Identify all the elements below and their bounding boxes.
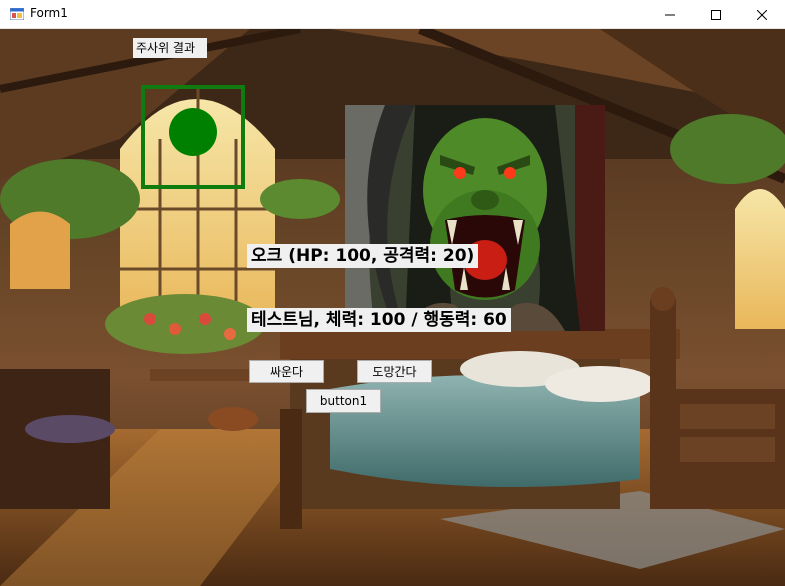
flee-button[interactable]: 도망간다: [357, 360, 432, 383]
dice-result-box: [141, 85, 245, 189]
window-title: Form1: [30, 6, 68, 20]
minimize-button[interactable]: [647, 0, 693, 29]
maximize-icon: [711, 9, 721, 20]
fight-button[interactable]: 싸운다: [249, 360, 324, 383]
title-bar[interactable]: Form1: [0, 0, 785, 29]
maximize-button[interactable]: [693, 0, 739, 29]
orc-portrait-image: [345, 105, 605, 331]
dice-circle-icon: [169, 108, 217, 156]
enemy-status-label: 오크 (HP: 100, 공격력: 20): [247, 244, 479, 268]
player-status-label: 테스트님, 체력: 100 / 행동력: 60: [247, 308, 511, 332]
close-button[interactable]: [739, 0, 785, 29]
app-window: Form1 주사위 결과 오크 (HP: 100, 공격력: 20) 테스트님,…: [0, 0, 785, 586]
dice-result-label: 주사위 결과: [133, 38, 207, 58]
app-icon: [10, 8, 24, 20]
close-icon: [757, 9, 767, 20]
button1[interactable]: button1: [306, 389, 381, 413]
minimize-icon: [665, 14, 675, 15]
form-client-area: 주사위 결과 오크 (HP: 100, 공격력: 20) 테스트님, 체력: 1…: [0, 29, 785, 586]
